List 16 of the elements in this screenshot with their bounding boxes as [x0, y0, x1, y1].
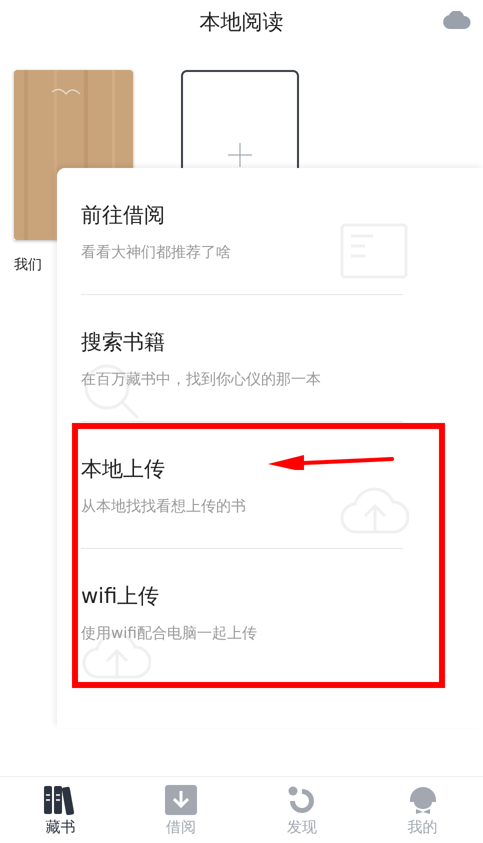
menu-item[interactable]: wifi上传 使用wifi配合电脑一起上传	[81, 549, 403, 675]
menu-subtitle: 看看大神们都推荐了啥	[81, 242, 231, 262]
menu-title: 搜索书籍	[81, 328, 165, 356]
menu-subtitle: 使用wifi配合电脑一起上传	[81, 624, 257, 642]
menu-subtitle: 在百万藏书中，找到你心仪的那一本	[81, 370, 321, 388]
menu-title: 前往借阅	[81, 202, 165, 228]
plus-icon	[228, 143, 252, 167]
tab[interactable]: 藏书	[0, 777, 121, 843]
menu-subtitle: 从本地找找看想上传的书	[81, 496, 246, 516]
menu-title: 本地上传	[81, 456, 165, 482]
page-title: 本地阅读	[200, 9, 284, 36]
cloud-icon[interactable]	[443, 11, 471, 29]
menu-item[interactable]: 前往借阅 看看大神们都推荐了啥	[81, 168, 403, 295]
menu-title: wifi上传	[81, 582, 160, 610]
menu-item[interactable]: 搜索书籍 在百万藏书中，找到你心仪的那一本	[81, 295, 403, 422]
download-icon	[164, 785, 198, 815]
